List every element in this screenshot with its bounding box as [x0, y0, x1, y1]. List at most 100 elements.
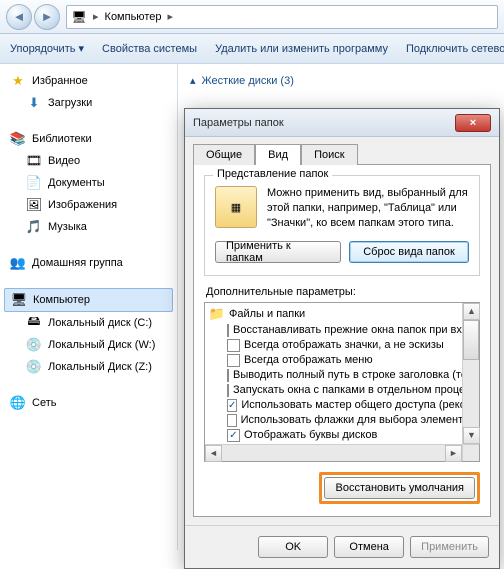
- network-icon: 🌐: [10, 395, 26, 411]
- nav-forward-button[interactable]: ►: [34, 4, 60, 30]
- tree-item-label: Всегда отображать меню: [244, 354, 373, 366]
- sidebar-item-music[interactable]: 🎵 Музыка: [4, 216, 173, 238]
- checkbox[interactable]: [227, 354, 240, 367]
- address-path: Компьютер: [105, 11, 162, 23]
- tab-panel-view: Представление папок ▦ Можно применить ви…: [193, 164, 491, 517]
- tab-search[interactable]: Поиск: [301, 144, 357, 165]
- advanced-settings-label: Дополнительные параметры:: [206, 286, 480, 298]
- tab-general[interactable]: Общие: [193, 144, 255, 165]
- document-icon: 📄: [26, 175, 42, 191]
- sidebar-item-videos[interactable]: 🎞 Видео: [4, 150, 173, 172]
- scrollbar-vertical[interactable]: ▲ ▼: [462, 303, 479, 444]
- address-sep-icon: ▸: [93, 10, 99, 23]
- sidebar-favorites[interactable]: ★ Избранное: [4, 70, 173, 92]
- checkbox[interactable]: ✓: [227, 429, 240, 442]
- tree-item[interactable]: ✓Использовать мастер общего доступа (рек…: [205, 398, 479, 413]
- checkbox[interactable]: [227, 369, 229, 382]
- tree-item[interactable]: Всегда отображать значки, а не эскизы: [205, 338, 479, 353]
- tree-item[interactable]: Всегда отображать меню: [205, 353, 479, 368]
- restore-defaults-highlight: Восстановить умолчания: [319, 472, 480, 504]
- tree-item[interactable]: Использовать флажки для выбора элементов: [205, 413, 479, 428]
- checkbox[interactable]: [227, 384, 229, 397]
- sidebar-item-label: Локальный диск (C:): [48, 317, 152, 329]
- nav-back-button[interactable]: ◄: [6, 4, 32, 30]
- sidebar-item-label: Библиотеки: [32, 133, 92, 145]
- sidebar-item-label: Видео: [48, 155, 80, 167]
- scroll-down-button[interactable]: ▼: [463, 427, 480, 444]
- organize-menu[interactable]: Упорядочить ▾: [10, 42, 84, 55]
- checkbox[interactable]: [227, 414, 237, 427]
- folder-options-dialog: Параметры папок × Общие Вид Поиск Предст…: [184, 108, 500, 569]
- system-properties-button[interactable]: Свойства системы: [102, 43, 197, 55]
- video-icon: 🎞: [26, 153, 42, 169]
- drive-icon: 🖴: [26, 315, 42, 331]
- computer-icon: 🖥: [11, 292, 27, 308]
- sidebar-network[interactable]: 🌐 Сеть: [4, 392, 173, 414]
- scrollbar-horizontal[interactable]: ◄ ►: [205, 444, 462, 461]
- scroll-corner: [462, 444, 479, 461]
- advanced-settings-tree[interactable]: 📁 Файлы и папки Восстанавливать прежние …: [205, 305, 479, 461]
- sidebar-item-label: Сеть: [32, 397, 56, 409]
- scroll-right-button[interactable]: ►: [445, 445, 462, 462]
- sidebar-libraries[interactable]: 📚 Библиотеки: [4, 128, 173, 150]
- sidebar-item-drive-c[interactable]: 🖴 Локальный диск (C:): [4, 312, 173, 334]
- folder-views-group: Представление папок ▦ Можно применить ви…: [204, 175, 480, 276]
- sidebar-item-downloads[interactable]: ⬇ Загрузки: [4, 92, 173, 114]
- chevron-up-icon: ▴: [190, 74, 196, 87]
- computer-icon: 🖥: [71, 9, 87, 25]
- tree-item[interactable]: Выводить полный путь в строке заголовка …: [205, 368, 479, 383]
- checkbox[interactable]: ✓: [227, 399, 237, 412]
- ok-button[interactable]: OK: [258, 536, 328, 558]
- tree-item-label: Восстанавливать прежние окна папок при в…: [233, 324, 479, 336]
- dialog-tabs: Общие Вид Поиск: [185, 137, 499, 164]
- sidebar-item-label: Компьютер: [33, 294, 90, 306]
- sidebar-item-drive-w[interactable]: 💿 Локальный Диск (W:): [4, 334, 173, 356]
- scroll-thumb[interactable]: [463, 320, 479, 360]
- close-button[interactable]: ×: [455, 114, 491, 132]
- tree-item-label: Всегда отображать значки, а не эскизы: [244, 339, 444, 351]
- homegroup-icon: 👥: [10, 255, 26, 271]
- apply-button[interactable]: Применить: [410, 536, 489, 558]
- checkbox[interactable]: [227, 324, 229, 337]
- section-title-label: Жесткие диски (3): [202, 75, 294, 87]
- sidebar-item-label: Музыка: [48, 221, 87, 233]
- checkbox[interactable]: [227, 339, 240, 352]
- apply-to-folders-button[interactable]: Применить к папкам: [215, 241, 341, 263]
- sidebar-item-label: Локальный Диск (W:): [48, 339, 155, 351]
- tree-root-files-folders[interactable]: 📁 Файлы и папки: [205, 305, 479, 323]
- tree-item[interactable]: Запускать окна с папками в отдельном про…: [205, 383, 479, 398]
- sidebar-item-pictures[interactable]: 🖼Изображения: [4, 194, 173, 216]
- dialog-button-row: OK Отмена Применить: [185, 525, 499, 568]
- tree-item-label: Запускать окна с папками в отдельном про…: [233, 384, 479, 396]
- uninstall-program-button[interactable]: Удалить или изменить программу: [215, 43, 388, 55]
- tree-item[interactable]: ✓Отображать буквы дисков: [205, 428, 479, 443]
- address-bar: ◄ ► 🖥 ▸ Компьютер ▸: [0, 0, 504, 34]
- map-network-button[interactable]: Подключить сетевой: [406, 43, 504, 55]
- dialog-title: Параметры папок: [193, 117, 455, 129]
- sidebar-item-drive-z[interactable]: 💿 Локальный Диск (Z:): [4, 356, 173, 378]
- scroll-left-button[interactable]: ◄: [205, 445, 222, 462]
- music-icon: 🎵: [26, 219, 42, 235]
- tree-label: Файлы и папки: [229, 308, 305, 320]
- drive-icon: 💿: [26, 337, 42, 353]
- folder-icon: 📁: [209, 306, 225, 322]
- sidebar-item-label: Избранное: [32, 75, 88, 87]
- sidebar-item-label: Загрузки: [48, 97, 92, 109]
- drive-icon: 💿: [26, 359, 42, 375]
- star-icon: ★: [10, 73, 26, 89]
- dialog-titlebar[interactable]: Параметры папок ×: [185, 109, 499, 137]
- sidebar-homegroup[interactable]: 👥 Домашняя группа: [4, 252, 173, 274]
- section-hard-drives[interactable]: ▴ Жесткие диски (3): [190, 74, 492, 87]
- group-legend: Представление папок: [213, 168, 332, 180]
- sidebar-computer[interactable]: 🖥 Компьютер: [4, 288, 173, 312]
- tree-item[interactable]: Восстанавливать прежние окна папок при в…: [205, 323, 479, 338]
- cancel-button[interactable]: Отмена: [334, 536, 404, 558]
- reset-folders-button[interactable]: Сброс вида папок: [349, 241, 469, 263]
- address-field[interactable]: 🖥 ▸ Компьютер ▸: [66, 5, 498, 29]
- close-icon: ×: [470, 117, 476, 129]
- sidebar-item-label: Локальный Диск (Z:): [48, 361, 152, 373]
- tab-view[interactable]: Вид: [255, 144, 301, 165]
- sidebar-item-documents[interactable]: 📄Документы: [4, 172, 173, 194]
- restore-defaults-button[interactable]: Восстановить умолчания: [324, 477, 475, 499]
- scroll-up-button[interactable]: ▲: [463, 303, 480, 320]
